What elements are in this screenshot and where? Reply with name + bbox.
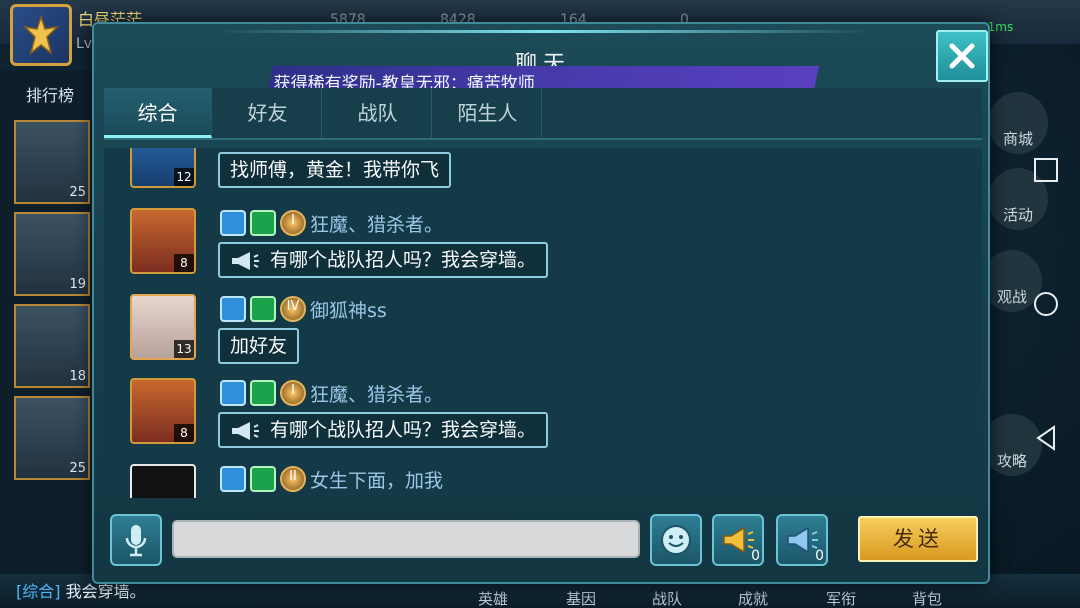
avatar[interactable]: 8 xyxy=(130,208,196,274)
gender-male-icon xyxy=(220,466,246,492)
nav-heroes[interactable]: 英雄 xyxy=(478,588,508,608)
rank-medal-icon: I xyxy=(280,380,306,406)
rank-medal-icon: IV xyxy=(280,296,306,322)
megaphone-icon xyxy=(232,421,259,440)
side-menu: 商城 活动 观战 攻略 xyxy=(982,70,1080,608)
blue-horn-count: 0 xyxy=(815,548,824,564)
leaderboard-label[interactable]: 排行榜 xyxy=(26,82,74,106)
gender-male-icon xyxy=(220,380,246,406)
rank-card[interactable]: 25 xyxy=(14,396,90,480)
blue-horn-button[interactable]: 0 xyxy=(776,514,828,566)
home-icon[interactable] xyxy=(1032,290,1060,318)
tab-general[interactable]: 综合 xyxy=(104,88,212,138)
message-bubble: 找师傅，黄金！我带你飞 xyxy=(218,152,452,188)
message-bubble: 加好友 xyxy=(218,328,300,364)
close-icon xyxy=(949,43,975,69)
sender-name[interactable]: 狂魔、猎杀者。 xyxy=(310,380,443,407)
voice-button[interactable] xyxy=(110,514,162,566)
gold-horn-button[interactable]: 0 xyxy=(712,514,764,566)
smiley-icon xyxy=(661,525,691,555)
rank-medal-icon: II xyxy=(280,466,306,492)
close-button[interactable] xyxy=(936,30,988,82)
sender-name[interactable]: 女生下面，加我 xyxy=(310,466,443,493)
emoji-button[interactable] xyxy=(650,514,702,566)
status-smile-icon xyxy=(250,466,276,492)
rank-card[interactable]: 19 xyxy=(14,212,90,296)
nav-rank[interactable]: 军衔 xyxy=(826,588,856,608)
message-input[interactable] xyxy=(172,520,640,558)
message-bubble: 有哪个战队招人吗？我会穿墙。 xyxy=(218,412,549,448)
gender-male-icon xyxy=(220,296,246,322)
shop-button[interactable]: 商城 xyxy=(988,92,1048,154)
message-bubble: 有哪个战队招人吗？我会穿墙。 xyxy=(218,242,549,278)
avatar[interactable]: 8 xyxy=(130,378,196,444)
tab-strangers[interactable]: 陌生人 xyxy=(434,88,542,138)
message-list[interactable]: 12 找师傅，黄金！我带你飞 8 I 狂魔、猎杀者。 有哪个战队招人吗？我会穿墙… xyxy=(104,148,982,498)
microphone-icon xyxy=(125,525,147,557)
nav-backpack[interactable]: 背包 xyxy=(912,588,942,608)
rank-card[interactable]: 18 xyxy=(14,304,90,388)
back-icon[interactable] xyxy=(1032,424,1060,452)
sender-name[interactable]: 狂魔、猎杀者。 xyxy=(310,210,443,237)
tab-team[interactable]: 战队 xyxy=(324,88,432,138)
gender-male-icon xyxy=(220,210,246,236)
recent-apps-icon[interactable] xyxy=(1032,156,1060,184)
chat-dialog: 聊天 获得稀有奖励-教皇无邪：痛苦牧师 综合 好友 战队 陌生人 12 找师傅，… xyxy=(92,22,990,584)
chat-input-row: 0 0 发送 xyxy=(104,506,982,576)
status-online-icon xyxy=(250,296,276,322)
status-online-icon xyxy=(250,210,276,236)
send-button[interactable]: 发送 xyxy=(858,516,978,562)
status-online-icon xyxy=(250,380,276,406)
tab-friends[interactable]: 好友 xyxy=(214,88,322,138)
header-decoration xyxy=(214,30,874,33)
wing-emblem-icon xyxy=(23,15,59,55)
sender-name[interactable]: 御狐神ss xyxy=(310,296,387,323)
avatar[interactable]: 13 xyxy=(130,294,196,360)
player-avatar[interactable] xyxy=(10,4,72,66)
rank-medal-icon: I xyxy=(280,210,306,236)
chat-tabs: 综合 好友 战队 陌生人 xyxy=(104,88,982,140)
gold-horn-count: 0 xyxy=(751,548,760,564)
nav-genes[interactable]: 基因 xyxy=(566,588,596,608)
megaphone-icon xyxy=(232,251,259,270)
avatar[interactable]: 12 xyxy=(130,148,196,188)
nav-team[interactable]: 战队 xyxy=(652,588,682,608)
rank-card[interactable]: 25 xyxy=(14,120,90,204)
avatar[interactable] xyxy=(130,464,196,498)
nav-achievements[interactable]: 成就 xyxy=(738,588,768,608)
